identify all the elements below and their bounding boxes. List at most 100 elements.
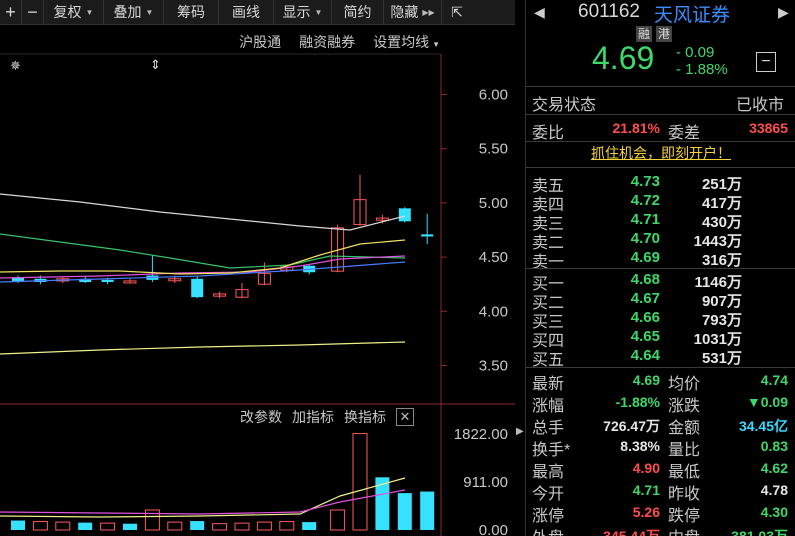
adjust-button[interactable]: 复权 ▼ xyxy=(44,0,104,24)
switch-indicator-button[interactable]: 换指标 xyxy=(344,407,386,427)
stat-label: 昨收 xyxy=(668,486,701,503)
zoom-in-button[interactable]: + xyxy=(0,0,22,24)
double-chevron-icon: ▶▶ xyxy=(422,7,435,17)
stat-value: 4.90 xyxy=(632,460,660,476)
chart-subbar: 沪股通 融资融券 设置均线 ▼ xyxy=(0,30,440,54)
sell-row[interactable]: 卖三 4.71 430万 xyxy=(526,210,795,233)
buy-row[interactable]: 买二 4.67 907万 xyxy=(526,289,795,312)
sell-row[interactable]: 卖四 4.72 417万 xyxy=(526,191,795,214)
caret-down-icon: ▼ xyxy=(432,40,440,49)
divider xyxy=(526,268,795,269)
stat-value: 5.26 xyxy=(632,504,660,520)
caret-down-icon: ▼ xyxy=(314,7,323,17)
stat-value: 4.74 xyxy=(760,372,788,388)
simple-button[interactable]: 简约 xyxy=(332,0,384,24)
y-tick-label: 5.00 xyxy=(479,195,508,212)
stat-value: 8.38% xyxy=(620,438,660,454)
ma-line-white xyxy=(0,193,406,231)
stat-label: 跌停 xyxy=(668,508,701,525)
stat-value: 4.62 xyxy=(760,460,788,476)
y-tick-label: 3.50 xyxy=(479,357,508,374)
buy-row[interactable]: 买三 4.66 793万 xyxy=(526,308,795,331)
open-account-link[interactable]: 抓住机会，即刻开户！ xyxy=(526,143,795,163)
divider xyxy=(526,141,795,142)
price-change: - 0.09 xyxy=(676,44,715,61)
stat-label: 最低 xyxy=(668,464,701,481)
volume-bar xyxy=(420,491,435,530)
level-volume: 316万 xyxy=(701,252,742,269)
draw-line-button[interactable]: 画线 xyxy=(219,0,274,24)
level-price: 4.66 xyxy=(630,309,660,326)
stat-label: 量比 xyxy=(668,442,701,459)
hide-button[interactable]: 隐藏 ▶▶ xyxy=(384,0,442,24)
hgt-link[interactable]: 沪股通 xyxy=(239,32,281,52)
stat-value: 4.69 xyxy=(632,372,660,388)
stat-value: ▼0.09 xyxy=(746,394,788,410)
wb-label: 委比 xyxy=(532,125,565,142)
y-tick-label: 4.50 xyxy=(479,249,508,266)
kline-chart[interactable]: 6.00 5.50 5.00 4.50 4.00 3.50 1822.00 911.00 0.0… xyxy=(0,0,515,536)
volume-bar xyxy=(234,522,250,531)
chart-toolbar: + − 复权 ▼ 叠加 ▼ 筹码 画线 显示 ▼ 简约 隐藏 ▶▶ ⇱ xyxy=(0,0,515,25)
volume-bar xyxy=(279,521,295,531)
volume-bar xyxy=(352,433,368,531)
sell-row[interactable]: 卖一 4.69 316万 xyxy=(526,248,795,271)
next-stock-icon[interactable]: ▶ xyxy=(778,4,789,21)
stat-value: -1.88% xyxy=(615,394,660,410)
volume-bar xyxy=(123,523,137,530)
price-change-pct: - 1.88% xyxy=(676,61,728,78)
candle-body xyxy=(398,208,411,222)
overlay-button[interactable]: 叠加 ▼ xyxy=(104,0,164,24)
vol-tick-label: 911.00 xyxy=(463,474,508,491)
divider xyxy=(526,367,795,368)
add-indicator-button[interactable]: 加指标 xyxy=(292,407,334,427)
collapse-button[interactable]: − xyxy=(756,52,776,72)
buy-row[interactable]: 买一 4.68 1146万 xyxy=(526,270,795,293)
candle-body xyxy=(101,279,114,283)
sell-row[interactable]: 卖五 4.73 251万 xyxy=(526,172,795,195)
display-button[interactable]: 显示 ▼ xyxy=(274,0,332,24)
collapse-panel-icon[interactable]: ▶ xyxy=(516,426,524,437)
y-tick-label: 6.00 xyxy=(479,87,508,104)
level-price: 4.65 xyxy=(630,328,660,345)
quote-panel: ◀ 601162 天风证券 ▶ 融 港 4.69 - 0.09 - 1.88% … xyxy=(525,0,795,536)
stat-label: 换手* xyxy=(532,442,571,459)
volume-bar xyxy=(11,520,25,530)
volume-bar xyxy=(256,521,272,531)
marker-arrow-icon: ⇕ xyxy=(150,57,161,72)
stat-label: 最新 xyxy=(532,376,565,393)
wc-label: 委差 xyxy=(668,125,701,142)
level-price: 4.67 xyxy=(630,290,660,307)
stat-label: 金额 xyxy=(668,420,701,437)
zoom-out-button[interactable]: − xyxy=(22,0,44,24)
chart-area[interactable]: 6.00 5.50 5.00 4.50 4.00 3.50 1822.00 911.00 0.0… xyxy=(0,0,515,536)
chips-button[interactable]: 筹码 xyxy=(164,0,219,24)
stat-value: 4.30 xyxy=(760,504,788,520)
stat-value: 34.45亿 xyxy=(738,418,788,434)
volume-bar xyxy=(78,522,93,530)
volume-bar xyxy=(330,509,346,531)
stat-label: 内盘 xyxy=(668,524,700,536)
buy-row[interactable]: 买四 4.65 1031万 xyxy=(526,327,795,350)
status-label: 交易状态 xyxy=(532,97,597,114)
margin-trading-link[interactable]: 融资融券 xyxy=(299,32,355,52)
edit-params-button[interactable]: 改参数 xyxy=(240,407,282,427)
close-icon[interactable]: ✕ xyxy=(396,408,414,426)
stat-value: 345.44万 xyxy=(603,528,660,536)
divider xyxy=(526,167,795,168)
level-price: 4.69 xyxy=(630,249,660,266)
stat-value: 4.71 xyxy=(632,482,660,498)
prev-stock-icon[interactable]: ◀ xyxy=(534,4,545,21)
last-price: 4.69 xyxy=(592,40,655,76)
buy-row[interactable]: 买五 4.64 531万 xyxy=(526,346,795,369)
caret-down-icon: ▼ xyxy=(145,7,154,17)
volume-bar xyxy=(190,521,205,530)
stat-value: 381.03万 xyxy=(731,528,788,536)
stat-value: 726.47万 xyxy=(603,418,660,434)
ma-settings-button[interactable]: 设置均线 ▼ xyxy=(373,32,440,52)
stock-name[interactable]: 天风证券 xyxy=(654,0,730,27)
candle-body xyxy=(421,234,434,237)
sell-row[interactable]: 卖二 4.70 1443万 xyxy=(526,229,795,252)
marker-star-icon: ✵ xyxy=(10,58,21,73)
fullscreen-icon[interactable]: ⇱ xyxy=(442,0,472,24)
